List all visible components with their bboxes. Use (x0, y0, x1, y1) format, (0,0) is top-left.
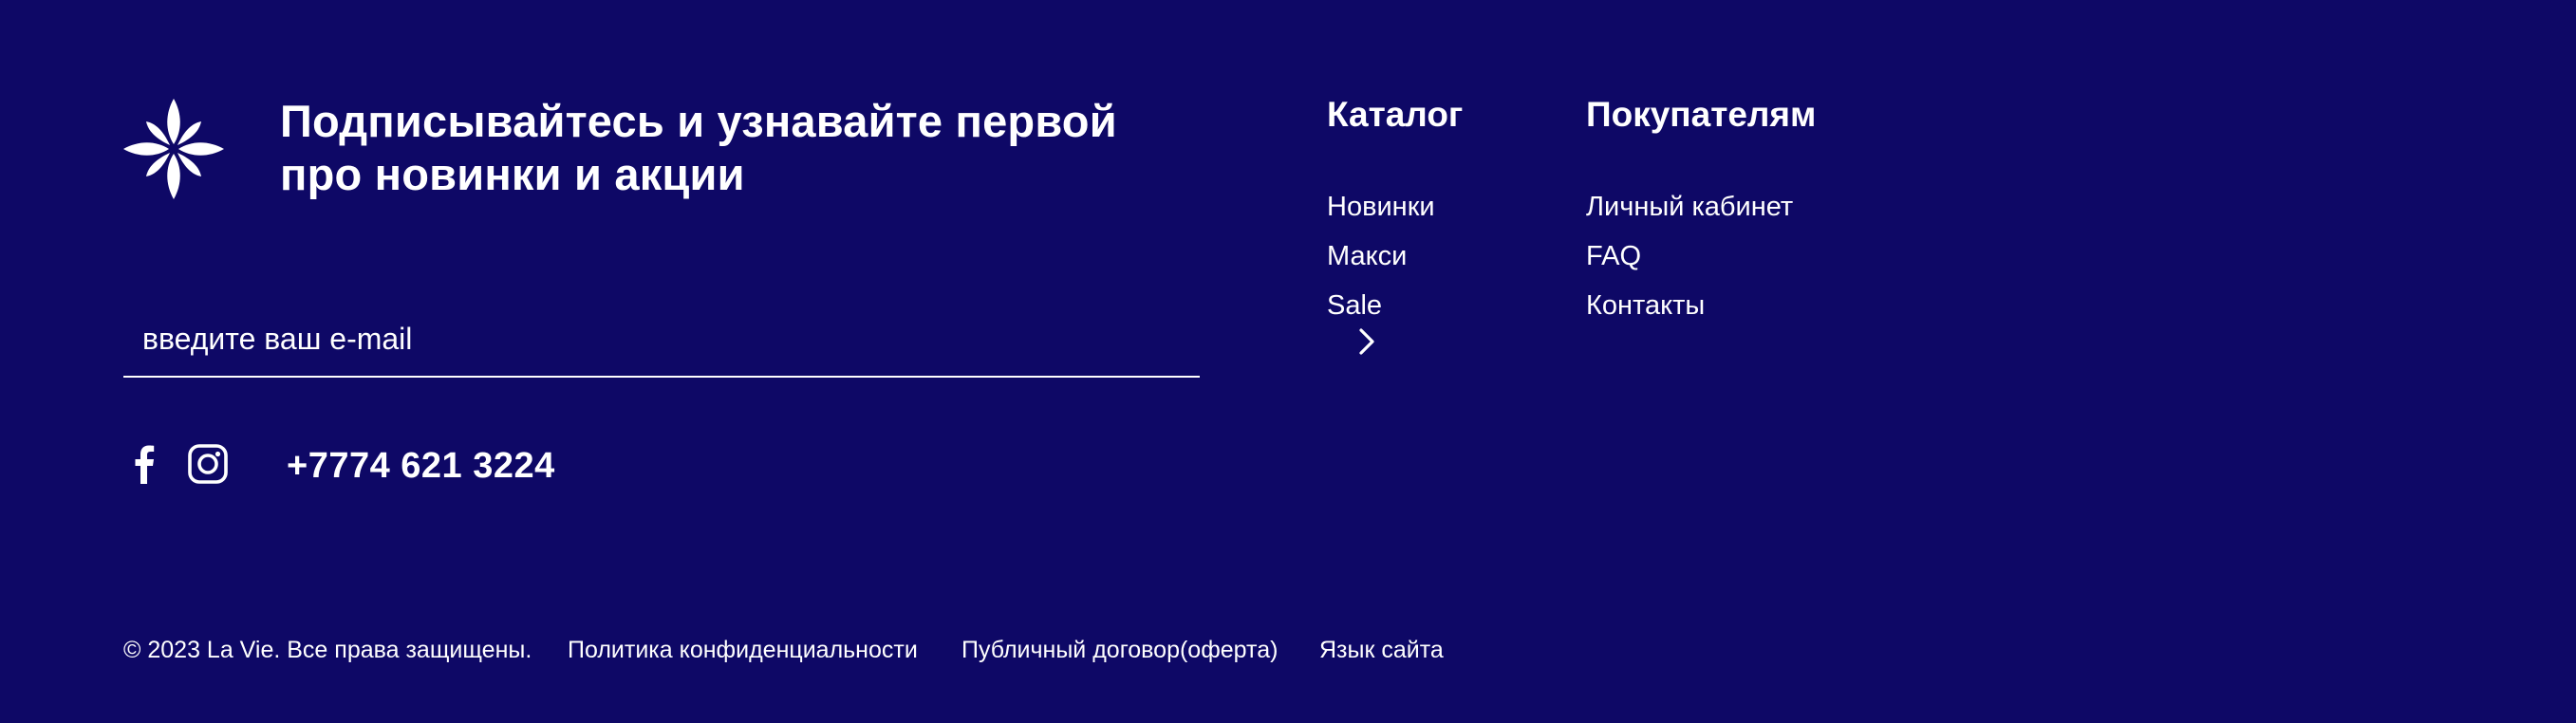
subscribe-form (123, 302, 1374, 381)
instagram-icon[interactable] (186, 442, 230, 486)
catalog-link-sale[interactable]: Sale (1327, 290, 1382, 321)
buyers-link-faq[interactable]: FAQ (1586, 241, 1641, 271)
list-item: Sale (1327, 281, 1463, 330)
buyers-link-account[interactable]: Личный кабинет (1586, 192, 1793, 222)
subscribe-headline: Подписывайтесь и узнавайте первой про но… (280, 96, 1117, 199)
site-footer: Подписывайтесь и узнавайте первой про но… (0, 0, 2576, 723)
copyright-text: © 2023 La Vie. Все права защищены. (123, 637, 532, 663)
email-input[interactable] (123, 302, 1200, 378)
list-item: Новинки (1327, 182, 1463, 232)
catalog-link-new[interactable]: Новинки (1327, 192, 1435, 222)
catalog-list: Новинки Макси Sale (1327, 182, 1463, 330)
facebook-icon[interactable] (123, 442, 167, 486)
buyers-link-contacts[interactable]: Контакты (1586, 290, 1705, 321)
privacy-policy-link[interactable]: Политика конфиденциальности (568, 637, 918, 664)
catalog-link-maxi[interactable]: Макси (1327, 241, 1407, 271)
site-language-link[interactable]: Язык сайта (1319, 637, 1444, 664)
phone-number[interactable]: +7774 621 3224 (287, 446, 555, 487)
buyers-title: Покупателям (1586, 95, 1817, 134)
catalog-column: Каталог Новинки Макси Sale (1327, 95, 1463, 330)
list-item: Личный кабинет (1586, 182, 1816, 232)
flower-icon[interactable] (123, 99, 224, 199)
list-item: FAQ (1586, 232, 1816, 281)
list-item: Макси (1327, 232, 1463, 281)
buyers-list: Личный кабинет FAQ Контакты (1586, 182, 1816, 330)
buyers-column: Покупателям Личный кабинет FAQ Контакты (1586, 95, 1816, 330)
catalog-title: Каталог (1327, 95, 1464, 134)
public-offer-link[interactable]: Публичный договор(оферта) (961, 637, 1278, 664)
list-item: Контакты (1586, 281, 1816, 330)
